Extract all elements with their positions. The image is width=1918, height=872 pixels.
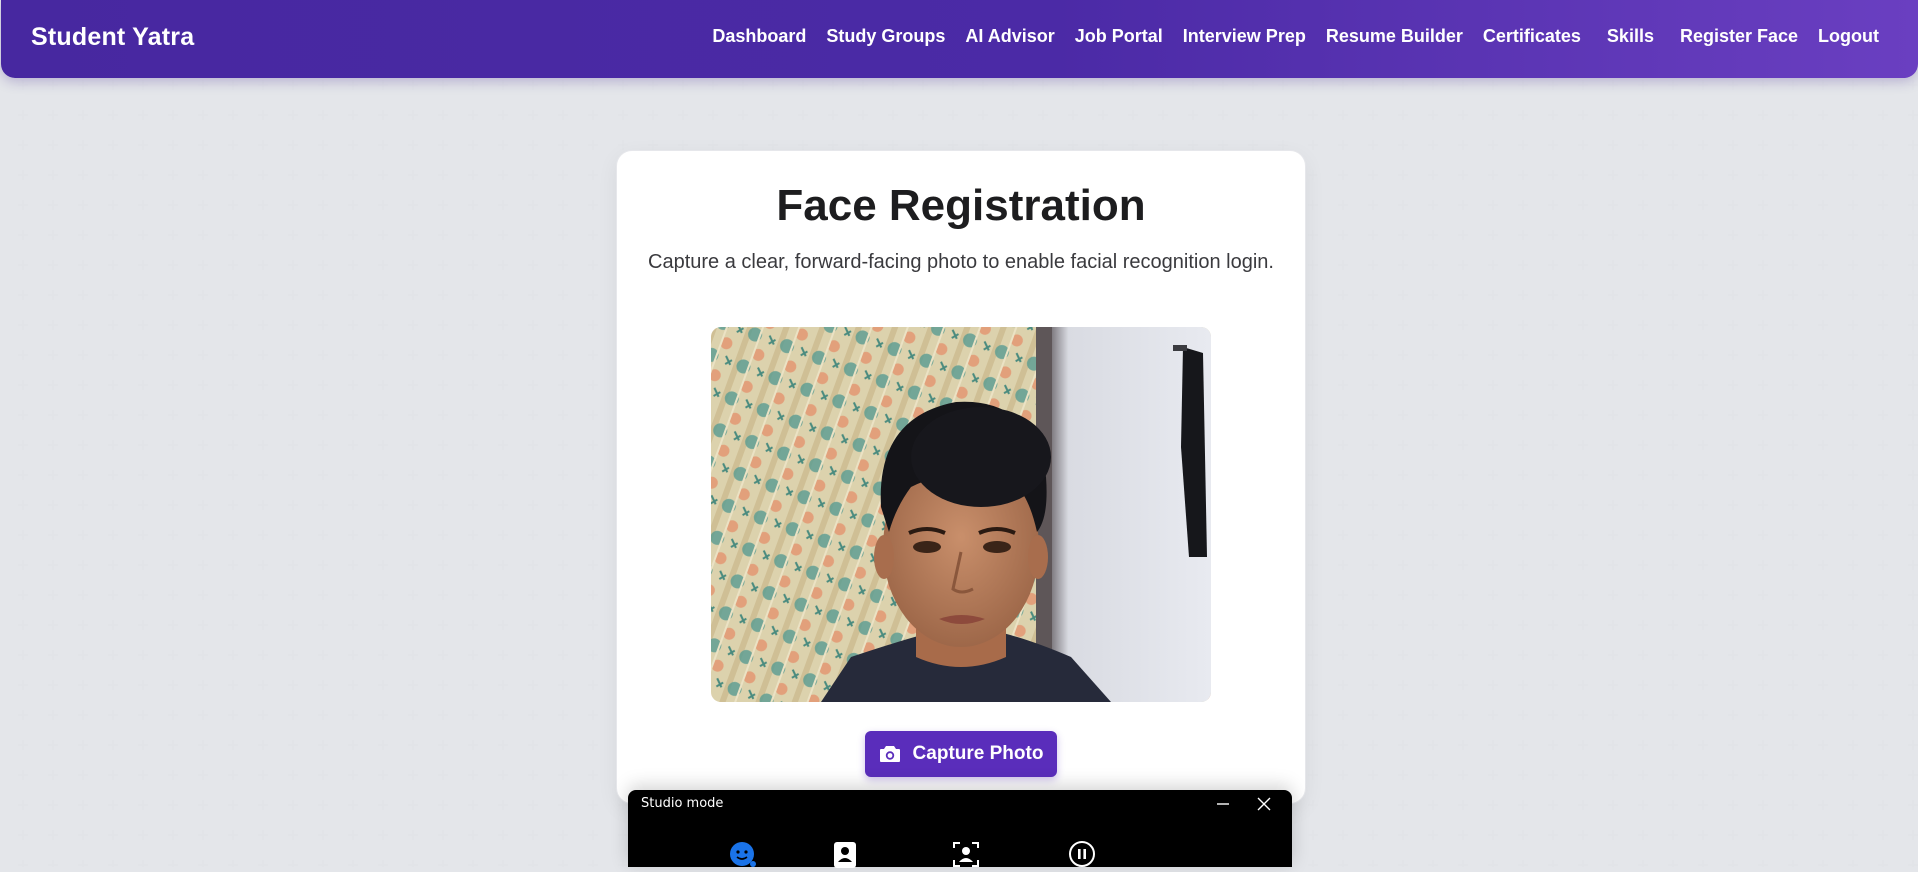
nav-links: Dashboard Study Groups AI Advisor Job Po… [692,26,1879,47]
nav-skills[interactable]: Skills [1607,26,1654,47]
capture-photo-label: Capture Photo [912,743,1044,764]
minimize-icon[interactable] [1212,792,1234,816]
studio-mode-title: Studio mode [641,796,724,811]
nav-ai-advisor[interactable]: AI Advisor [965,26,1054,47]
nav-register-face[interactable]: Register Face [1680,26,1798,47]
face-registration-card: Face Registration Capture a clear, forwa… [616,150,1306,804]
nav-resume-builder[interactable]: Resume Builder [1326,26,1463,47]
automatic-framing-icon[interactable] [952,840,980,868]
nav-dashboard[interactable]: Dashboard [712,26,806,47]
page-title: Face Registration [776,181,1146,230]
nav-interview-prep[interactable]: Interview Prep [1183,26,1306,47]
pause-icon[interactable] [1068,840,1096,868]
capture-photo-button[interactable]: Capture Photo [865,731,1057,777]
nav-certificates[interactable]: Certificates [1483,26,1581,47]
nav-job-portal[interactable]: Job Portal [1075,26,1163,47]
close-icon[interactable] [1253,792,1275,816]
nav-study-groups[interactable]: Study Groups [826,26,945,47]
studio-mode-panel: Studio mode [628,790,1292,868]
page-subtitle: Capture a clear, forward-facing photo to… [648,251,1274,273]
face-effect-icon[interactable] [729,840,757,868]
camera-icon [879,746,900,762]
nav-logout[interactable]: Logout [1818,26,1879,47]
webcam-feed-image [711,327,1211,702]
webcam-preview [711,327,1211,702]
brand-logo[interactable]: Student Yatra [31,23,194,52]
navbar: Student Yatra Dashboard Study Groups AI … [1,0,1918,78]
portrait-icon[interactable] [831,840,859,868]
